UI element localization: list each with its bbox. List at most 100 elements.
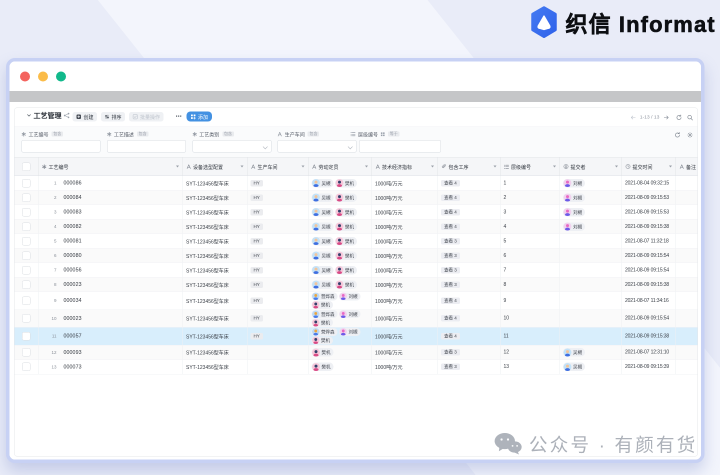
view-operations-button[interactable]: 查看 3 xyxy=(441,349,460,356)
row-checkbox[interactable] xyxy=(22,178,31,188)
user-chip[interactable]: 樊机 xyxy=(335,280,358,289)
table-row[interactable]: 9 000034 SYT-123456型车床 HY 营烨森 刘槻 樊机 1000吨/万元 查看 … xyxy=(14,292,698,310)
user-chip[interactable]: 樊机 xyxy=(311,336,334,345)
column-header-workshop[interactable]: 生产车间 xyxy=(248,157,309,176)
user-chip[interactable]: 吴槻 xyxy=(311,280,334,289)
filter-operator[interactable]: 等于 xyxy=(388,131,400,137)
refresh-icon[interactable] xyxy=(676,114,682,120)
table-row[interactable]: 10 000023 SYT-123456型车床 HY 营烨森 刘槻 樊机 1000吨/万元 查看… xyxy=(14,309,698,328)
search-icon[interactable] xyxy=(687,114,693,121)
table-row[interactable]: 13 000073 SYT-123456型车床 樊机 1000吨/万元 查看 3 13 吴槻 2… xyxy=(14,359,698,375)
maximize-button[interactable] xyxy=(56,71,66,82)
row-checkbox[interactable] xyxy=(22,251,31,260)
table-row[interactable]: 1 000086 SYT-123456型车床 HY 吴槻 樊机 1000吨/万元 查看 4 1 刘… xyxy=(14,176,698,191)
add-button[interactable]: 添加 xyxy=(186,111,212,122)
table-row[interactable]: 12 000093 SYT-123456型车床 樊机 1000吨/万元 查看 3 12 吴槻 2… xyxy=(14,345,698,360)
column-header-indicator[interactable]: 技术经济指标 xyxy=(372,157,438,176)
user-chip[interactable]: 樊机 xyxy=(335,193,358,202)
share-icon[interactable] xyxy=(63,112,71,119)
user-chip[interactable]: 樊机 xyxy=(335,265,358,275)
row-checkbox[interactable] xyxy=(22,331,31,341)
user-chip[interactable]: 刘槻 xyxy=(563,207,586,217)
user-chip[interactable]: 樊机 xyxy=(335,207,358,217)
next-page-icon[interactable] xyxy=(663,115,670,120)
row-checkbox[interactable] xyxy=(22,193,31,202)
column-header-submitter[interactable]: 提交者 xyxy=(560,157,622,176)
user-chip[interactable]: 刘槻 xyxy=(339,310,361,319)
column-menu-icon[interactable] xyxy=(240,165,244,168)
view-operations-button[interactable]: 查看 3 xyxy=(441,252,460,259)
user-chip[interactable]: 吴槻 xyxy=(311,251,334,260)
view-operations-button[interactable]: 查看 3 xyxy=(441,363,460,370)
user-chip[interactable]: 樊机 xyxy=(311,300,334,309)
user-chip[interactable]: 营烨森 xyxy=(311,327,338,336)
column-header-code[interactable]: 工艺编号 xyxy=(39,157,183,176)
user-chip[interactable]: 樊机 xyxy=(335,236,358,246)
table-row[interactable]: 11 000057 SYT-123456型车床 HY 营烨森 刘槻 樊机 1000吨/万元 查看… xyxy=(14,327,698,346)
user-chip[interactable]: 吴槻 xyxy=(311,193,334,202)
row-checkbox[interactable] xyxy=(22,314,31,323)
table-row[interactable]: 3 000083 SYT-123456型车床 HY 吴槻 樊机 1000吨/万元 查看 4 3 刘… xyxy=(14,205,698,220)
row-checkbox[interactable] xyxy=(22,348,31,357)
table-row[interactable]: 2 000084 SYT-123456型车床 HY 吴槻 樊机 1000吨/万元 查看 4 2 刘… xyxy=(14,190,698,205)
batch-actions-button[interactable]: 批量操作 xyxy=(129,111,164,122)
user-chip[interactable]: 樊机 xyxy=(335,178,358,188)
user-chip[interactable]: 刘槻 xyxy=(339,292,361,301)
view-operations-button[interactable]: 查看 4 xyxy=(441,194,460,201)
filter-select[interactable] xyxy=(277,140,357,153)
column-header-device[interactable]: 设备选型配置 xyxy=(183,157,248,176)
column-menu-icon[interactable] xyxy=(493,165,497,168)
user-chip[interactable]: 吴槻 xyxy=(311,236,334,246)
user-chip[interactable]: 吴槻 xyxy=(311,207,334,217)
filter-operator[interactable]: 包含 xyxy=(136,131,149,137)
view-operations-button[interactable]: 查看 3 xyxy=(441,266,460,274)
filter-select[interactable] xyxy=(192,140,272,153)
column-header-time[interactable]: 提交时间 xyxy=(622,157,676,176)
minimize-button[interactable] xyxy=(38,71,48,82)
close-button[interactable] xyxy=(20,71,30,82)
view-operations-button[interactable]: 查看 4 xyxy=(441,179,460,187)
filter-operator[interactable]: 包含 xyxy=(51,131,63,137)
more-button[interactable]: ⋯ xyxy=(176,113,183,121)
row-checkbox[interactable] xyxy=(22,222,31,231)
filter-settings-icon[interactable] xyxy=(687,132,693,138)
user-chip[interactable]: 吴槻 xyxy=(311,178,334,188)
column-menu-icon[interactable] xyxy=(301,165,305,168)
user-chip[interactable]: 吴槻 xyxy=(563,362,586,371)
user-chip[interactable]: 樊机 xyxy=(335,222,358,231)
table-row[interactable]: 5 000081 SYT-123456型车床 HY 吴槻 樊机 1000吨/万元 查看 3 5 2… xyxy=(14,234,698,249)
filter-input[interactable] xyxy=(359,140,441,153)
column-menu-icon[interactable] xyxy=(615,165,618,168)
column-header-note[interactable]: 备注 xyxy=(676,158,698,176)
user-chip[interactable]: 营烨森 xyxy=(311,292,338,301)
table-row[interactable]: 7 000056 SYT-123456型车床 HY 吴槻 樊机 1000吨/万元 查看 3 7 2… xyxy=(14,263,698,278)
view-operations-button[interactable]: 查看 4 xyxy=(441,332,460,340)
user-chip[interactable]: 吴槻 xyxy=(311,265,334,275)
column-menu-icon[interactable] xyxy=(553,165,556,168)
filter-operator[interactable]: 包含 xyxy=(307,131,320,137)
user-chip[interactable]: 樊机 xyxy=(335,251,358,260)
view-operations-button[interactable]: 查看 3 xyxy=(441,237,460,245)
row-checkbox[interactable] xyxy=(22,265,31,275)
user-chip[interactable]: 刘槻 xyxy=(563,222,586,231)
row-checkbox[interactable] xyxy=(22,236,31,246)
column-header-checkbox[interactable] xyxy=(15,157,39,176)
row-checkbox[interactable] xyxy=(22,207,31,217)
table-row[interactable]: 8 000023 SYT-123456型车床 HY 吴槻 樊机 1000吨/万元 查看 3 8 2… xyxy=(14,277,698,292)
view-collapse-chevron-icon[interactable] xyxy=(27,113,32,118)
user-chip[interactable]: 吴槻 xyxy=(563,348,586,357)
user-chip[interactable]: 营烨森 xyxy=(311,310,338,319)
column-header-crew[interactable]: 劳动定员 xyxy=(309,157,372,176)
column-menu-icon[interactable] xyxy=(365,165,368,168)
column-header-seq[interactable]: 层级编号 xyxy=(501,157,560,176)
user-chip[interactable]: 樊机 xyxy=(311,348,334,357)
column-menu-icon[interactable] xyxy=(176,165,179,168)
filter-input[interactable] xyxy=(21,140,101,153)
row-checkbox[interactable] xyxy=(22,280,31,289)
sort-button[interactable]: 排序 xyxy=(101,111,125,122)
create-button[interactable]: 创建 xyxy=(72,111,97,122)
row-checkbox[interactable] xyxy=(22,362,31,371)
column-header-ops[interactable]: 包含工序 xyxy=(438,157,501,176)
table-row[interactable]: 6 000080 SYT-123456型车床 HY 吴槻 樊机 1000吨/万元 查看 3 6 2… xyxy=(14,248,698,263)
column-menu-icon[interactable] xyxy=(669,165,672,168)
